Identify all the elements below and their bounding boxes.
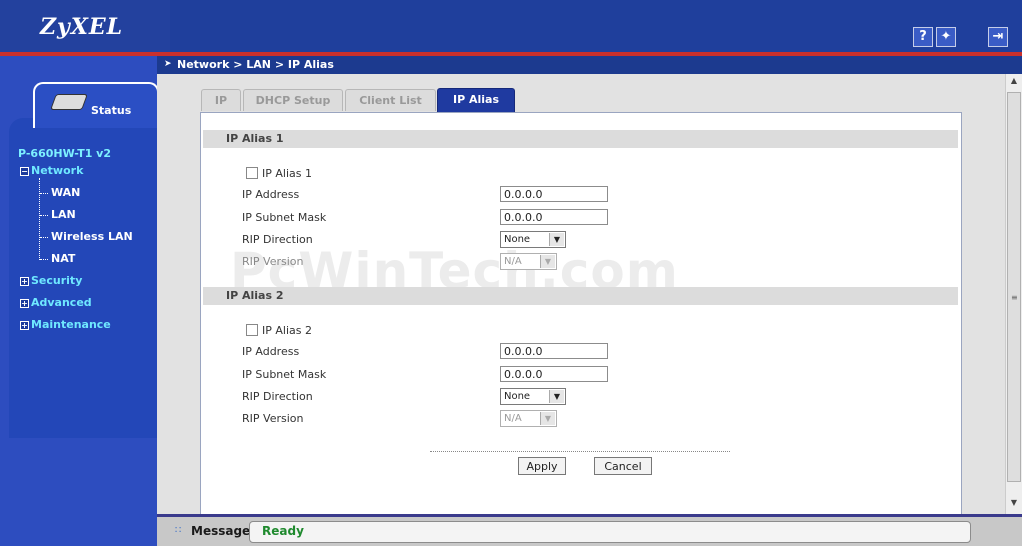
breadcrumb: Network > LAN > IP Alias bbox=[177, 58, 334, 71]
message-field: Ready bbox=[249, 521, 971, 543]
expand-icon[interactable]: + bbox=[20, 298, 29, 308]
header-bar: ZyXEL ? ✦ ⇥ bbox=[0, 0, 1022, 52]
section-title-text: IP Alias 1 bbox=[226, 132, 284, 145]
sidebar-item-lan[interactable]: LAN bbox=[51, 208, 76, 221]
section-title-text: IP Alias 2 bbox=[226, 289, 284, 302]
nav-maintenance[interactable]: + Maintenance bbox=[20, 318, 111, 331]
vertical-scrollbar[interactable]: ▲ ≡ ▼ bbox=[1005, 74, 1022, 514]
rip-direction-label: RIP Direction bbox=[242, 233, 313, 246]
section-title-ip-alias-2: IP Alias 2 bbox=[203, 287, 958, 305]
tab-dhcp-setup[interactable]: DHCP Setup bbox=[243, 89, 343, 111]
select-value: N/A bbox=[504, 256, 522, 267]
ip-address-label: IP Address bbox=[242, 345, 300, 358]
rip-version-label: RIP Version bbox=[242, 412, 304, 425]
ip-alias-2-checkbox[interactable] bbox=[246, 324, 258, 336]
tree-branch bbox=[40, 215, 48, 216]
tree-branch bbox=[40, 259, 48, 260]
divider bbox=[430, 451, 730, 452]
message-label: Message bbox=[191, 524, 251, 538]
help-icon[interactable]: ? bbox=[913, 27, 933, 47]
nav-advanced-label: Advanced bbox=[31, 296, 92, 309]
chevron-down-icon: ▼ bbox=[540, 412, 555, 425]
ip-alias-2-checkbox-label: IP Alias 2 bbox=[262, 324, 312, 337]
nav-advanced[interactable]: + Advanced bbox=[20, 296, 92, 309]
tab-ip-alias[interactable]: IP Alias bbox=[437, 88, 515, 112]
ip-subnet-mask-label: IP Subnet Mask bbox=[242, 368, 327, 381]
ip-alias-1-rip-version-select: N/A ▼ bbox=[500, 253, 557, 270]
nav-security-label: Security bbox=[31, 274, 83, 287]
ip-alias-2-rip-direction-select[interactable]: None ▼ bbox=[500, 388, 566, 405]
logout-icon[interactable]: ⇥ bbox=[988, 27, 1008, 47]
tab-client-list[interactable]: Client List bbox=[345, 89, 436, 111]
grip-icon: ≡ bbox=[1011, 293, 1018, 302]
status-tab-label: Status bbox=[91, 104, 132, 117]
cancel-button[interactable]: Cancel bbox=[594, 457, 652, 475]
ip-subnet-mask-label: IP Subnet Mask bbox=[242, 211, 327, 224]
ip-alias-1-rip-direction-select[interactable]: None ▼ bbox=[500, 231, 566, 248]
chevron-down-icon[interactable]: ▼ bbox=[549, 390, 564, 403]
nav-network-label: Network bbox=[31, 164, 84, 177]
wizard-icon[interactable]: ✦ bbox=[936, 27, 956, 47]
scrollbar-thumb[interactable]: ≡ bbox=[1007, 92, 1021, 482]
rip-version-label: RIP Version bbox=[242, 255, 304, 268]
ip-alias-1-checkbox-label: IP Alias 1 bbox=[262, 167, 312, 180]
ip-alias-2-ip-address-field[interactable]: 0.0.0.0 bbox=[500, 343, 608, 359]
sidebar-item-wan[interactable]: WAN bbox=[51, 186, 80, 199]
scroll-down-icon[interactable]: ▼ bbox=[1006, 498, 1022, 512]
sidebar-item-nat[interactable]: NAT bbox=[51, 252, 75, 265]
sidebar-item-wireless-lan[interactable]: Wireless LAN bbox=[51, 230, 133, 243]
select-value: None bbox=[504, 391, 531, 402]
ip-alias-2-subnet-mask-field[interactable]: 0.0.0.0 bbox=[500, 366, 608, 382]
nav-maintenance-label: Maintenance bbox=[31, 318, 111, 331]
ip-alias-2-rip-version-select: N/A ▼ bbox=[500, 410, 557, 427]
status-tab[interactable]: Status bbox=[33, 82, 159, 128]
scroll-up-icon[interactable]: ▲ bbox=[1006, 76, 1022, 90]
chevron-down-icon: ▼ bbox=[540, 255, 555, 268]
nav-network[interactable]: − Network bbox=[20, 164, 83, 177]
apply-button[interactable]: Apply bbox=[518, 457, 566, 475]
device-model[interactable]: P-660HW-T1 v2 bbox=[18, 147, 111, 160]
section-title-ip-alias-1: IP Alias 1 bbox=[203, 130, 958, 148]
tree-branch bbox=[40, 193, 48, 194]
ip-alias-1-ip-address-field[interactable]: 0.0.0.0 bbox=[500, 186, 608, 202]
tree-branch bbox=[40, 237, 48, 238]
message-icon: ∷ bbox=[175, 525, 182, 536]
expand-icon[interactable]: + bbox=[20, 276, 29, 286]
message-status-text: Ready bbox=[262, 524, 304, 538]
form-panel bbox=[200, 112, 962, 515]
message-bar-inner: ∷ Message Ready bbox=[157, 517, 1022, 546]
select-value: N/A bbox=[504, 413, 522, 424]
rip-direction-label: RIP Direction bbox=[242, 390, 313, 403]
router-icon bbox=[50, 94, 88, 110]
zyxel-logo: ZyXEL bbox=[40, 14, 124, 40]
nav-security[interactable]: + Security bbox=[20, 274, 82, 287]
ip-alias-1-checkbox[interactable] bbox=[246, 167, 258, 179]
collapse-icon[interactable]: − bbox=[20, 166, 29, 176]
tree-line bbox=[39, 178, 40, 260]
breadcrumb-bar: ➤ Network > LAN > IP Alias bbox=[157, 56, 1022, 74]
tab-ip[interactable]: IP bbox=[201, 89, 241, 111]
breadcrumb-arrow-icon: ➤ bbox=[164, 59, 172, 69]
chevron-down-icon[interactable]: ▼ bbox=[549, 233, 564, 246]
message-bar: ∷ Message Ready bbox=[157, 514, 1022, 546]
ip-address-label: IP Address bbox=[242, 188, 300, 201]
expand-icon[interactable]: + bbox=[20, 320, 29, 330]
select-value: None bbox=[504, 234, 531, 245]
ip-alias-1-subnet-mask-field[interactable]: 0.0.0.0 bbox=[500, 209, 608, 225]
